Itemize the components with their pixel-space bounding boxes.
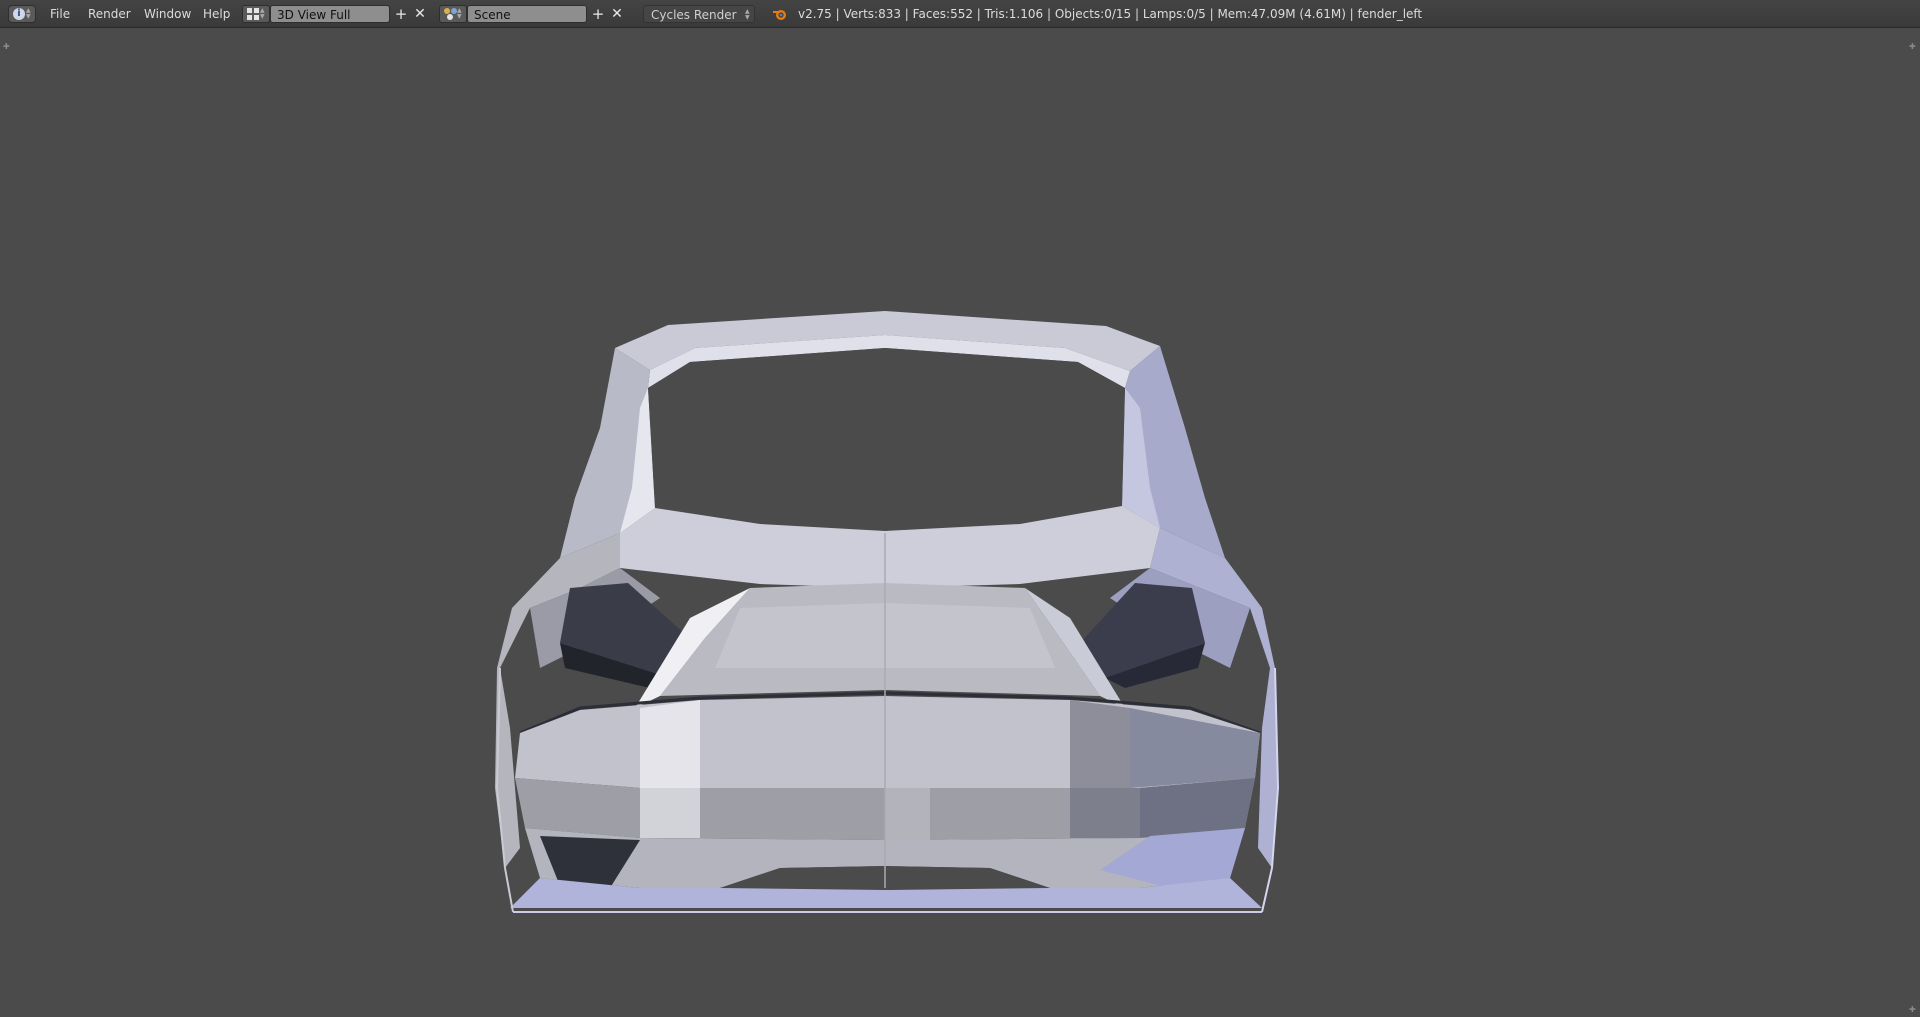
updown-arrows-icon: ▲ ▼ [457,7,462,20]
updown-arrows-icon: ▲ ▼ [260,7,265,20]
render-engine-label: Cycles Render [651,8,737,22]
editor-type-button[interactable]: i ▲ ▼ [8,5,36,23]
blender-logo-icon [773,10,786,20]
plus-icon[interactable]: + [590,5,606,23]
menu-file[interactable]: File [50,0,70,28]
updown-arrows-icon: ▲ ▼ [745,8,750,21]
menu-render[interactable]: Render [88,0,131,28]
screen-layout-field[interactable]: 3D View Full [270,5,390,23]
updown-arrows-icon: ▲ ▼ [26,7,31,20]
info-icon: i [13,8,25,20]
scene-field[interactable]: Scene [467,5,587,23]
screen-layout-icon [247,8,259,20]
car-body-mesh [495,311,1280,913]
close-icon[interactable]: ✕ [609,5,625,23]
render-engine-dropdown[interactable]: Cycles Render ▲ ▼ [643,5,755,23]
close-icon[interactable]: ✕ [412,5,428,23]
plus-icon[interactable]: + [393,5,409,23]
scene-selector[interactable]: ▲ ▼ [439,5,467,23]
menu-help[interactable]: Help [203,0,230,28]
menu-window[interactable]: Window [144,0,191,28]
screen-layout-selector[interactable]: ▲ ▼ [242,5,270,23]
3d-viewport[interactable]: ✚ ✚ ✚ [0,28,1920,1017]
info-header: i ▲ ▼ File Render Window Help ▲ ▼ 3D View … [0,0,1920,28]
scene-stats: v2.75 | Verts:833 | Faces:552 | Tris:1.1… [798,7,1423,21]
